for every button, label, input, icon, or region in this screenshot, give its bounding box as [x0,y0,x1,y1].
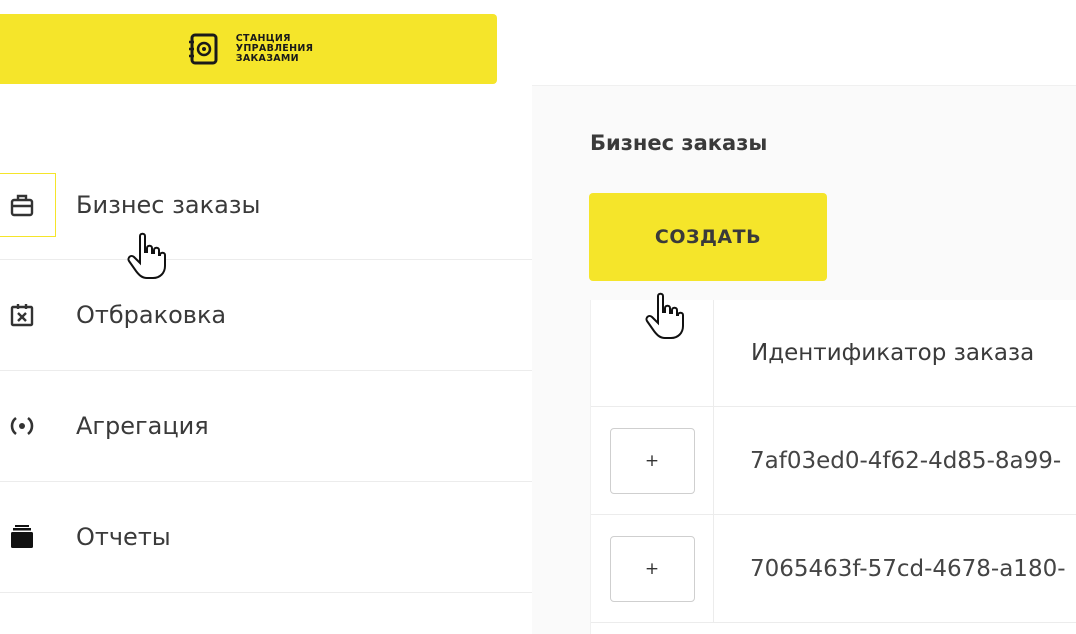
sidebar: СТАНЦИЯ УПРАВЛЕНИЯ ЗАКАЗАМИ Бизнес заказ… [0,0,532,634]
sidebar-item-aggregation[interactable]: Агрегация [0,371,532,482]
sidebar-item-label: Отчеты [76,523,171,551]
expand-row-button[interactable]: + [609,535,695,602]
table-header-row: Идентификатор заказа [591,300,1076,407]
order-id-cell: 7065463f-57cd-4678-a180- [750,555,1066,582]
sidebar-item-label: Бизнес заказы [76,190,261,219]
expand-cell: + [591,515,714,622]
create-button[interactable]: СОЗДАТЬ [589,193,827,281]
briefcase-icon [0,172,56,237]
sidebar-item-label: Агрегация [76,412,209,440]
expand-column-header [591,300,714,406]
reports-icon [0,505,56,569]
logo-text: СТАНЦИЯ УПРАВЛЕНИЯ ЗАКАЗАМИ [236,34,313,64]
top-bar [532,0,1076,86]
gear-book-icon [184,29,224,69]
app-window: СТАНЦИЯ УПРАВЛЕНИЯ ЗАКАЗАМИ Бизнес заказ… [0,0,1076,634]
order-id-column-header[interactable]: Идентификатор заказа [714,300,1076,406]
main-content: Бизнес заказы СОЗДАТЬ Идентификатор зака… [532,0,1076,634]
orders-table: Идентификатор заказа + 7af03ed0-4f62-4d8… [590,300,1076,634]
app-logo[interactable]: СТАНЦИЯ УПРАВЛЕНИЯ ЗАКАЗАМИ [0,14,497,84]
expand-cell: + [591,407,714,514]
sidebar-item-reports[interactable]: Отчеты [0,482,532,593]
table-row: + 7065463f-57cd-4678-a180- [591,515,1076,623]
sidebar-item-business-orders[interactable]: Бизнес заказы [0,150,532,260]
sidebar-item-label: Отбраковка [76,301,227,329]
expand-row-button[interactable]: + [609,427,695,494]
table-row: + 7af03ed0-4f62-4d85-8a99- [591,407,1076,515]
reject-box-icon [0,283,56,347]
logo-line-3: ЗАКАЗАМИ [235,53,299,64]
order-id-cell: 7af03ed0-4f62-4d85-8a99- [750,447,1062,474]
page-title: Бизнес заказы [590,131,768,155]
sidebar-nav: Бизнес заказы Отбраковка Агрегация Отчет… [0,150,532,593]
sidebar-item-rejection[interactable]: Отбраковка [0,260,532,371]
aggregation-icon [0,394,56,458]
